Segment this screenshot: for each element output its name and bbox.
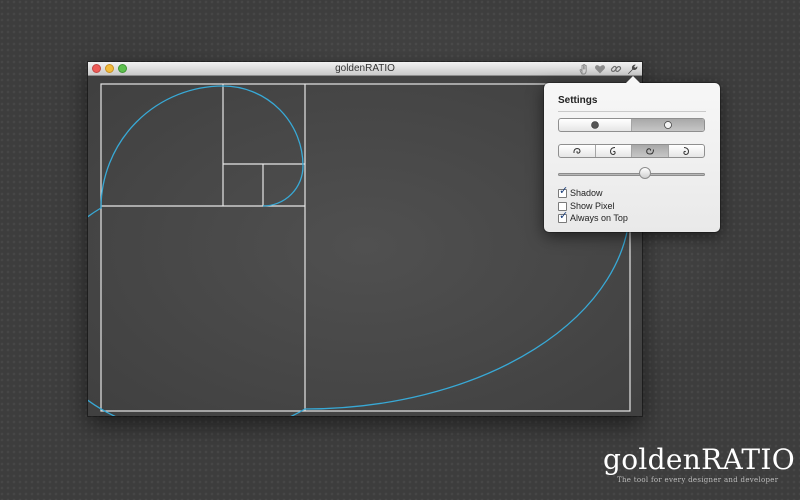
heart-icon[interactable] xyxy=(594,63,606,75)
title-bar[interactable]: goldenRATIO xyxy=(88,62,642,76)
spiral-orientation-option-2[interactable] xyxy=(594,145,632,157)
color-mode-dark-option[interactable] xyxy=(559,119,631,131)
always-on-top-checkbox-box[interactable]: ✓ xyxy=(558,209,569,223)
spiral-orientation-1-icon xyxy=(573,147,581,154)
spiral-orientation-option-1[interactable] xyxy=(559,145,595,157)
show-pixel-checkbox-label: Show Pixel xyxy=(570,201,615,211)
checkmark-icon: ✓ xyxy=(559,184,569,197)
checkmark-icon: ✓ xyxy=(559,209,569,222)
dark-dot-icon xyxy=(591,121,599,129)
popover-arrow xyxy=(626,76,640,83)
light-circle-icon xyxy=(664,121,672,129)
settings-title: Settings xyxy=(558,95,598,106)
opacity-slider-track[interactable] xyxy=(558,173,705,176)
spiral-orientation-option-4[interactable] xyxy=(667,145,705,157)
opacity-slider-knob[interactable] xyxy=(639,167,651,179)
link-icon[interactable] xyxy=(610,63,622,75)
wrench-icon[interactable] xyxy=(626,63,638,75)
always-on-top-checkbox[interactable]: ✓ Always on Top xyxy=(558,209,628,224)
spiral-orientation-4-icon xyxy=(683,147,690,156)
settings-popover: Settings ✓ Shadow Show Pixel ✓ Always on… xyxy=(544,76,720,232)
shadow-checkbox-box[interactable]: ✓ xyxy=(558,184,569,198)
brand-tagline: The tool for every designer and develope… xyxy=(617,476,779,484)
color-mode-light-option[interactable] xyxy=(631,119,704,131)
hand-icon[interactable] xyxy=(578,63,590,75)
spiral-orientation-3-icon xyxy=(645,148,654,155)
spiral-orientation-segmented-control[interactable] xyxy=(558,144,705,158)
brand-logo-text: goldenRATIO xyxy=(603,443,796,476)
shadow-checkbox-label: Shadow xyxy=(570,188,603,198)
always-on-top-checkbox-label: Always on Top xyxy=(570,213,628,223)
spiral-orientation-2-icon xyxy=(610,147,616,156)
shadow-checkbox[interactable]: ✓ Shadow xyxy=(558,184,603,199)
spiral-orientation-option-3[interactable] xyxy=(631,145,668,157)
window-title: goldenRATIO xyxy=(335,63,395,74)
color-mode-segmented-control[interactable] xyxy=(558,118,705,132)
settings-divider xyxy=(558,111,706,112)
